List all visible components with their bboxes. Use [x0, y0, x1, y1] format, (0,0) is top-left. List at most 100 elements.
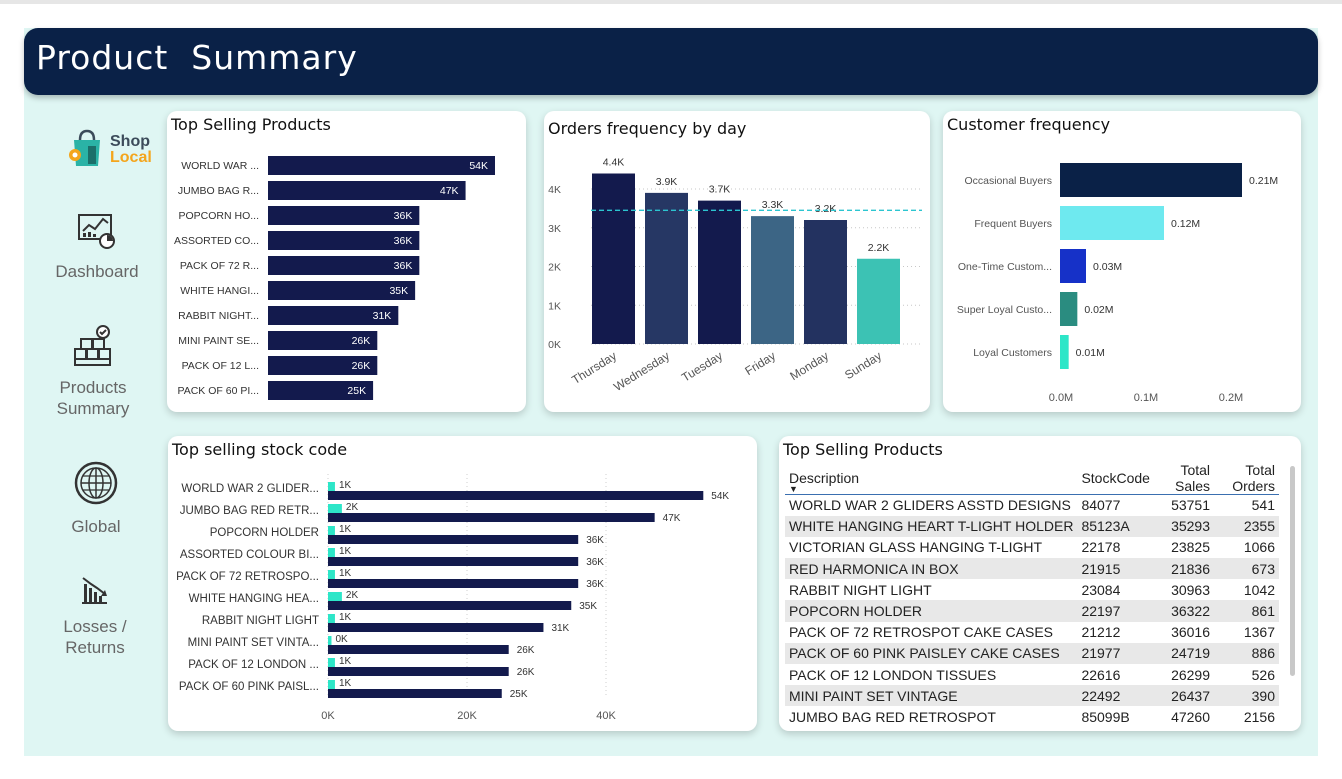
data-label: 0.01M: [1076, 347, 1105, 359]
bar-small-series: [328, 614, 335, 623]
category-label: JUMBO BAG RED RETR...: [180, 505, 319, 517]
data-label: 31K: [551, 623, 569, 634]
data-label: 0.02M: [1084, 304, 1113, 316]
nav-label-losses-returns: Losses / Returns: [63, 617, 127, 657]
category-label: PACK OF 12 LONDON ...: [188, 659, 319, 671]
bar: [1060, 292, 1078, 326]
data-label: 1K: [339, 568, 352, 579]
cell-stockcode: 22178: [1081, 539, 1121, 556]
bar-small-series: [328, 526, 335, 535]
table-row[interactable]: PACK OF 60 PINK PAISLEY CAKE CASES 21977 2…: [785, 642, 1279, 664]
x-tick-label: 20K: [457, 710, 477, 722]
table-row[interactable]: POPCORN HOLDER 22197 36322 861: [785, 600, 1279, 622]
category-label: MINI PAINT SE...: [178, 335, 259, 347]
column-header-description[interactable]: Description ▼: [785, 462, 1078, 495]
cell-description: PACK OF 12 LONDON TISSUES: [789, 666, 997, 683]
nav-item-products-summary[interactable]: Products Summary: [38, 325, 148, 419]
data-label: 36K: [394, 260, 413, 272]
data-label: 0.12M: [1171, 218, 1200, 230]
category-label: RABBIT NIGHT...: [178, 310, 259, 322]
x-tick-label: 40K: [596, 710, 616, 722]
nav-item-dashboard[interactable]: Dashboard: [42, 213, 152, 282]
top-selling-products-table-card: Top Selling Products Description ▼ Stock…: [779, 436, 1301, 731]
cell-description: RED HARMONICA IN BOX: [785, 558, 1078, 580]
table-row[interactable]: VICTORIAN GLASS HANGING T-LIGHT 22178 2382…: [785, 537, 1279, 558]
bar: [328, 513, 655, 522]
data-label: 1K: [339, 524, 352, 535]
orders-frequency-chart: 0K1K2K3K4K4.4KThursday3.9KWednesday3.7KT…: [548, 157, 922, 394]
table-row[interactable]: PACK OF 72 RETROSPOT CAKE CASES 21212 3601…: [785, 622, 1279, 643]
cell-total-orders: 390: [1214, 685, 1279, 707]
data-label: 1K: [339, 656, 352, 667]
category-label: Frequent Buyers: [974, 218, 1052, 230]
cell-description: PACK OF 72 RETROSPOT CAKE CASES: [789, 624, 1053, 641]
nav-item-global[interactable]: Global: [41, 460, 151, 537]
products-table: Description ▼ StockCode Total Sales Tota…: [785, 462, 1279, 728]
x-tick-label: Tuesday: [679, 349, 725, 385]
data-label: 1K: [339, 480, 352, 491]
table-row[interactable]: MINI PAINT SET VINTAGE 22492 26437 390: [785, 685, 1279, 707]
y-tick-label: 3K: [548, 223, 561, 235]
cell-total-orders: 2355: [1214, 515, 1279, 537]
orders-frequency-card: Orders frequency by day 0K 1K 2K 3K 4K 4.4K Th…: [544, 111, 930, 412]
cell-stockcode: 22492: [1077, 685, 1154, 707]
bar: [698, 200, 741, 344]
cell-total-orders: 1042: [1243, 581, 1275, 598]
nav-label-dashboard: Dashboard: [55, 262, 139, 281]
column-header-stockcode[interactable]: StockCode: [1077, 462, 1154, 495]
data-label: 3.2K: [815, 203, 837, 215]
data-label: 2.2K: [868, 242, 890, 254]
bar-small-series: [328, 482, 335, 491]
top-strip: [0, 0, 1342, 4]
data-label: 0.21M: [1249, 175, 1278, 187]
x-tick-label: Wednesday: [611, 349, 672, 394]
bar: [328, 623, 544, 632]
table-title: Top Selling Products: [783, 440, 943, 459]
column-header-total-orders[interactable]: Total Orders: [1214, 462, 1279, 495]
cell-total-sales: 53751: [1171, 497, 1211, 514]
cell-stockcode: 21915: [1077, 558, 1154, 580]
table-row[interactable]: WHITE HANGING HEART T-LIGHT HOLDER 85123A…: [785, 515, 1279, 537]
table-row[interactable]: WORLD WAR 2 GLIDERS ASSTD DESIGNS 84077 53…: [785, 495, 1279, 516]
cell-description: WORLD WAR 2 GLIDERS ASSTD DESIGNS: [789, 497, 1071, 514]
bar-small-series: [328, 504, 342, 513]
cell-total-sales: 35293: [1153, 515, 1215, 537]
category-label: JUMBO BAG R...: [178, 185, 259, 197]
data-label: 2K: [346, 502, 359, 513]
category-label: WORLD WAR ...: [181, 160, 259, 172]
x-tick-label: 0.2M: [1219, 392, 1243, 404]
bar-small-series: [328, 680, 335, 689]
dashboard-icon: [78, 214, 115, 249]
cell-total-orders: 541: [1251, 497, 1275, 514]
data-label: 47K: [440, 185, 459, 197]
bar: [328, 689, 502, 698]
cell-total-orders: 1367: [1243, 624, 1275, 641]
table-row[interactable]: RABBIT NIGHT LIGHT 23084 30963 1042: [785, 579, 1279, 600]
cell-total-orders: 1066: [1243, 539, 1275, 556]
y-tick-label: 0K: [548, 339, 561, 351]
data-label: 1K: [339, 546, 352, 557]
bar: [751, 216, 794, 344]
table-row[interactable]: RED HARMONICA IN BOX 21915 21836 673: [785, 558, 1279, 580]
category-label: Super Loyal Custo...: [957, 304, 1052, 316]
bar: [328, 601, 572, 610]
cell-description: WHITE HANGING HEART T-LIGHT HOLDER: [785, 515, 1078, 537]
cell-stockcode: 22616: [1081, 666, 1121, 683]
y-tick-label: 4K: [548, 184, 561, 196]
cell-description: PACK OF 60 PINK PAISLEY CAKE CASES: [785, 642, 1078, 664]
table-row[interactable]: JUMBO BAG RED RETROSPOT 85099B 47260 2156: [785, 706, 1279, 727]
table-scrollbar[interactable]: [1290, 466, 1295, 676]
column-header-total-sales[interactable]: Total Sales: [1153, 462, 1215, 495]
bar: [1060, 206, 1164, 240]
nav-item-losses-returns[interactable]: Losses / Returns: [40, 576, 150, 658]
customer-frequency-chart: Occasional Buyers 0.21M Frequent Buyers 0.1…: [957, 163, 1278, 404]
table-row[interactable]: PACK OF 12 LONDON TISSUES 22616 26299 526: [785, 664, 1279, 685]
data-label: 1K: [339, 612, 352, 623]
cell-description: JUMBO BAG RED RETROSPOT: [789, 708, 996, 725]
shop-local-logo[interactable]: Shop Local: [66, 128, 156, 172]
category-label: POPCORN HOLDER: [210, 527, 319, 539]
cell-total-orders: 861: [1214, 600, 1279, 622]
cell-total-sales: 21836: [1153, 558, 1215, 580]
data-label: 25K: [510, 689, 528, 700]
data-label: 0.03M: [1093, 261, 1122, 273]
